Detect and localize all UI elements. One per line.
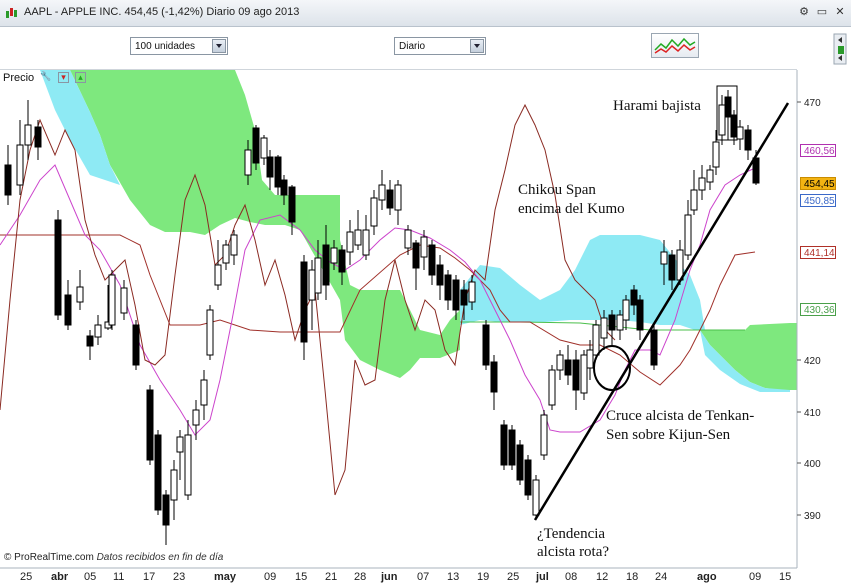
senkou-a-price-tag: 430,36 [800, 303, 836, 316]
senkou-b-price-tag: 450,85 [800, 194, 836, 207]
annotation-chikou-1: Chikou Span [518, 182, 596, 198]
x-tick-label: 15 [779, 571, 791, 583]
x-tick-label: 09 [749, 571, 761, 583]
x-tick-label: 25 [507, 571, 519, 583]
annotation-tendencia-2: alcista rota? [537, 544, 609, 560]
x-tick-label: abr [51, 571, 69, 583]
annotation-chikou-2: encima del Kumo [518, 201, 625, 217]
kijun-price-tag: 441,14 [800, 246, 836, 259]
x-tick-label: jul [535, 571, 549, 583]
footer-brand: © ProRealTime.com [4, 552, 94, 563]
x-tick-label: 09 [264, 571, 276, 583]
close-panel-icon[interactable]: ▾ [58, 72, 69, 83]
y-tick-label: 470 [804, 98, 821, 109]
y-tick-label: 420 [804, 356, 821, 367]
footer-note: Datos recibidos en fin de día [96, 552, 224, 563]
x-tick-label: 05 [84, 571, 96, 583]
annotation-tendencia-1: ¿Tendencia [537, 526, 605, 542]
x-tick-label: 21 [325, 571, 337, 583]
x-tick-label: 28 [354, 571, 366, 583]
annotation-harami: Harami bajista [613, 98, 701, 114]
x-tick-label: may [214, 571, 237, 583]
x-tick-label: 23 [173, 571, 185, 583]
y-tick-label: 390 [804, 511, 821, 522]
maximize-panel-icon[interactable]: ▴ [75, 72, 86, 83]
y-tick-label: 410 [804, 408, 821, 419]
x-tick-label: 18 [626, 571, 638, 583]
wrench-icon[interactable]: 🔧 [40, 72, 51, 83]
kumo-cloud-cyan [460, 235, 705, 330]
x-tick-label: 24 [655, 571, 667, 583]
kumo-cloud-green [70, 70, 460, 378]
annotation-cruce-1: Cruce alcista de Tenkan- [606, 408, 754, 424]
x-tick-label: 17 [143, 571, 155, 583]
x-tick-label: 12 [596, 571, 608, 583]
x-tick-label: 25 [20, 571, 32, 583]
x-tick-label: 15 [295, 571, 307, 583]
panel-label: Precio [3, 72, 35, 84]
tenkan-price-tag: 460,56 [800, 144, 836, 157]
x-tick-label: jun [380, 571, 398, 583]
x-tick-label: 19 [477, 571, 489, 583]
annotation-cruce-2: Sen sobre Kijun-Sen [606, 427, 731, 443]
x-tick-label: 08 [565, 571, 577, 583]
y-tick-label: 400 [804, 459, 821, 470]
x-tick-label: ago [697, 571, 717, 583]
close-price-tag: 454,45 [800, 177, 836, 190]
crossover-circle [593, 345, 631, 391]
price-chart[interactable]: Harami bajista Chikou Span encima del Ku… [0, 0, 851, 584]
footer-credit: © ProRealTime.com Datos recibidos en fin… [4, 552, 223, 563]
x-tick-label: 07 [417, 571, 429, 583]
x-tick-label: 13 [447, 571, 459, 583]
x-tick-label: 11 [113, 571, 124, 583]
x-axis: 25 abr 05 11 17 23 may 09 15 21 28 jun 0… [20, 571, 791, 583]
